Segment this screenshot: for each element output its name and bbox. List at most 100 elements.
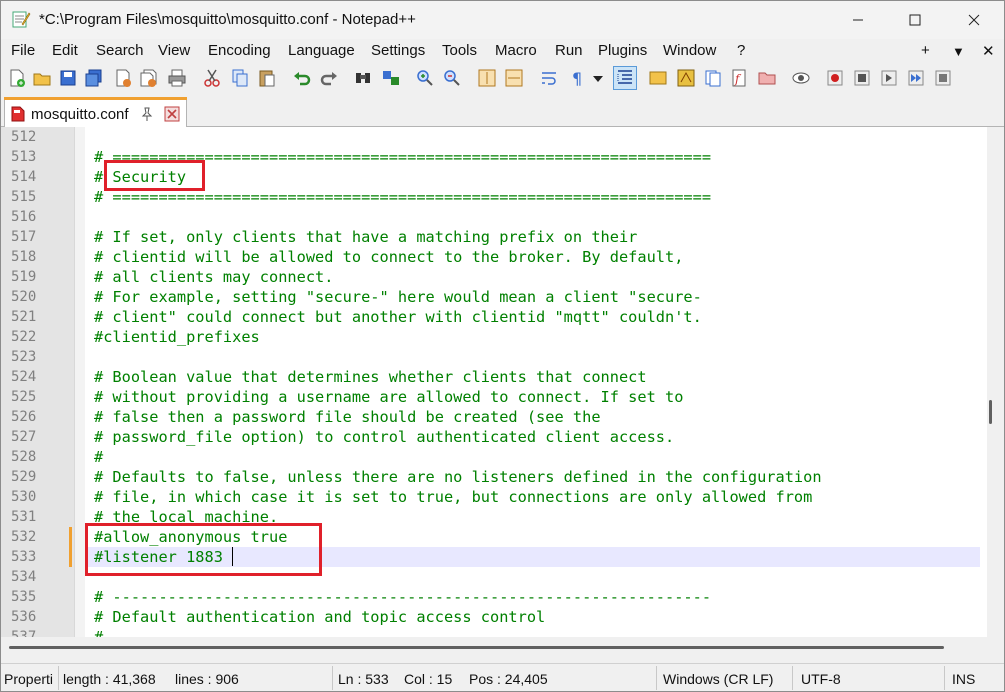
close-window-button[interactable] xyxy=(951,1,997,39)
line-number: 530 xyxy=(11,489,37,505)
playback-icon[interactable] xyxy=(879,68,899,88)
menu-settings[interactable]: Settings xyxy=(371,42,425,59)
status-separator xyxy=(656,666,657,690)
code-line: # Boolean value that determines whether … xyxy=(94,368,647,386)
user-defined-language-icon[interactable] xyxy=(648,68,668,88)
maximize-icon xyxy=(909,14,921,26)
indent-guide-icon[interactable] xyxy=(613,66,637,90)
close-all-icon[interactable] xyxy=(139,68,159,88)
code-line: # password_file option) to control authe… xyxy=(94,428,675,446)
code-line: # without providing a username are allow… xyxy=(94,388,684,406)
print-icon[interactable] xyxy=(167,68,187,88)
word-wrap-icon[interactable] xyxy=(539,68,559,88)
line-number: 531 xyxy=(11,509,37,525)
code-line: # --------------------------------------… xyxy=(94,628,712,637)
tab-mosquitto-conf[interactable]: mosquitto.conf xyxy=(4,97,187,128)
status-bar: Properti length : 41,368 lines : 906 Ln … xyxy=(1,663,1004,691)
start-recording-icon[interactable] xyxy=(825,68,845,88)
copy-icon[interactable] xyxy=(230,68,250,88)
line-number: 515 xyxy=(11,189,37,205)
close-document-button[interactable]: ✕ xyxy=(982,42,995,60)
line-number: 513 xyxy=(11,149,37,165)
horizontal-scrollbar-thumb[interactable] xyxy=(9,646,944,649)
zoom-out-icon[interactable] xyxy=(442,68,462,88)
line-number: 520 xyxy=(11,289,37,305)
line-number: 522 xyxy=(11,329,37,345)
horizontal-scrollbar[interactable] xyxy=(1,637,1004,661)
stop-recording-icon[interactable] xyxy=(852,68,872,88)
status-line-number: Ln : 533 xyxy=(338,671,389,687)
editor-pane[interactable]: 512 513 514 515 516 517 518 519 520 521 522 523 524 5… xyxy=(1,127,1004,637)
change-marker xyxy=(69,547,72,567)
line-number: 523 xyxy=(11,349,37,365)
maximize-button[interactable] xyxy=(892,1,938,39)
menu-encoding[interactable]: Encoding xyxy=(208,42,271,59)
line-number: 517 xyxy=(11,229,37,245)
code-line: # client" could connect but another with… xyxy=(94,308,702,326)
highlight-box-security xyxy=(104,160,205,191)
folder-as-workspace-icon[interactable] xyxy=(757,68,777,88)
close-tab-icon[interactable] xyxy=(164,106,180,122)
tab-list-dropdown-button[interactable]: ▼ xyxy=(952,44,965,59)
menu-language[interactable]: Language xyxy=(288,42,355,59)
code-line: # all clients may connect. xyxy=(94,268,334,286)
redo-icon[interactable] xyxy=(319,68,339,88)
window-title: *C:\Program Files\mosquitto\mosquitto.co… xyxy=(39,11,416,28)
code-line: # Default authentication and topic acces… xyxy=(94,608,546,626)
sync-horizontal-icon[interactable] xyxy=(504,68,524,88)
code-line: # Defaults to false, unless there are no… xyxy=(94,468,822,486)
line-number: 514 xyxy=(11,169,37,185)
undo-icon[interactable] xyxy=(292,68,312,88)
menu-view[interactable]: View xyxy=(158,42,190,59)
tab-title: mosquitto.conf xyxy=(31,106,129,123)
paste-icon[interactable] xyxy=(257,68,277,88)
line-number: 528 xyxy=(11,449,37,465)
zoom-in-icon[interactable] xyxy=(415,68,435,88)
close-file-icon[interactable] xyxy=(113,68,133,88)
menu-window[interactable]: Window xyxy=(663,42,716,59)
document-list-icon[interactable] xyxy=(703,68,723,88)
save-macro-icon[interactable] xyxy=(933,68,953,88)
line-number: 521 xyxy=(11,309,37,325)
menu-help[interactable]: ? xyxy=(737,42,745,59)
new-tab-plus-button[interactable]: + xyxy=(921,42,930,59)
new-file-icon[interactable] xyxy=(7,68,27,88)
line-number: 524 xyxy=(11,369,37,385)
monitoring-eye-icon[interactable] xyxy=(791,68,811,88)
function-list-icon[interactable]: f xyxy=(730,68,750,88)
menu-tools[interactable]: Tools xyxy=(442,42,477,59)
status-insert-mode: INS xyxy=(952,671,976,687)
status-column: Col : 15 xyxy=(404,671,453,687)
status-separator xyxy=(792,666,793,690)
toolbar-dropdown-icon[interactable] xyxy=(591,68,605,88)
save-icon[interactable] xyxy=(58,68,78,88)
pin-icon[interactable] xyxy=(140,106,154,122)
menu-plugins[interactable]: Plugins xyxy=(598,42,647,59)
save-all-icon[interactable] xyxy=(84,68,104,88)
menu-macro[interactable]: Macro xyxy=(495,42,537,59)
run-macro-multiple-icon[interactable] xyxy=(906,68,926,88)
vertical-scrollbar-thumb[interactable] xyxy=(989,400,992,424)
notepadpp-window: *C:\Program Files\mosquitto\mosquitto.co… xyxy=(0,0,1005,692)
find-icon[interactable] xyxy=(353,68,373,88)
tab-strip: mosquitto.conf xyxy=(1,93,1004,128)
replace-icon[interactable] xyxy=(381,68,401,88)
document-map-icon[interactable] xyxy=(676,68,696,88)
line-number: 516 xyxy=(11,209,37,225)
show-all-characters-icon[interactable]: ¶ xyxy=(567,68,587,88)
status-eol-format: Windows (CR LF) xyxy=(663,671,774,687)
line-number: 527 xyxy=(11,429,37,445)
cut-icon[interactable] xyxy=(202,68,222,88)
code-line: # false then a password file should be c… xyxy=(94,408,601,426)
minimize-button[interactable] xyxy=(835,1,881,39)
code-line: #clientid_prefixes xyxy=(94,328,260,346)
toolbar: ¶ f xyxy=(1,63,1004,93)
menu-search[interactable]: Search xyxy=(96,42,144,59)
menu-edit[interactable]: Edit xyxy=(52,42,78,59)
vertical-scrollbar[interactable] xyxy=(987,127,1004,637)
menu-file[interactable]: File xyxy=(11,42,35,59)
menu-run[interactable]: Run xyxy=(555,42,583,59)
open-file-icon[interactable] xyxy=(32,68,52,88)
sync-vertical-icon[interactable] xyxy=(477,68,497,88)
line-number: 532 xyxy=(11,529,37,545)
